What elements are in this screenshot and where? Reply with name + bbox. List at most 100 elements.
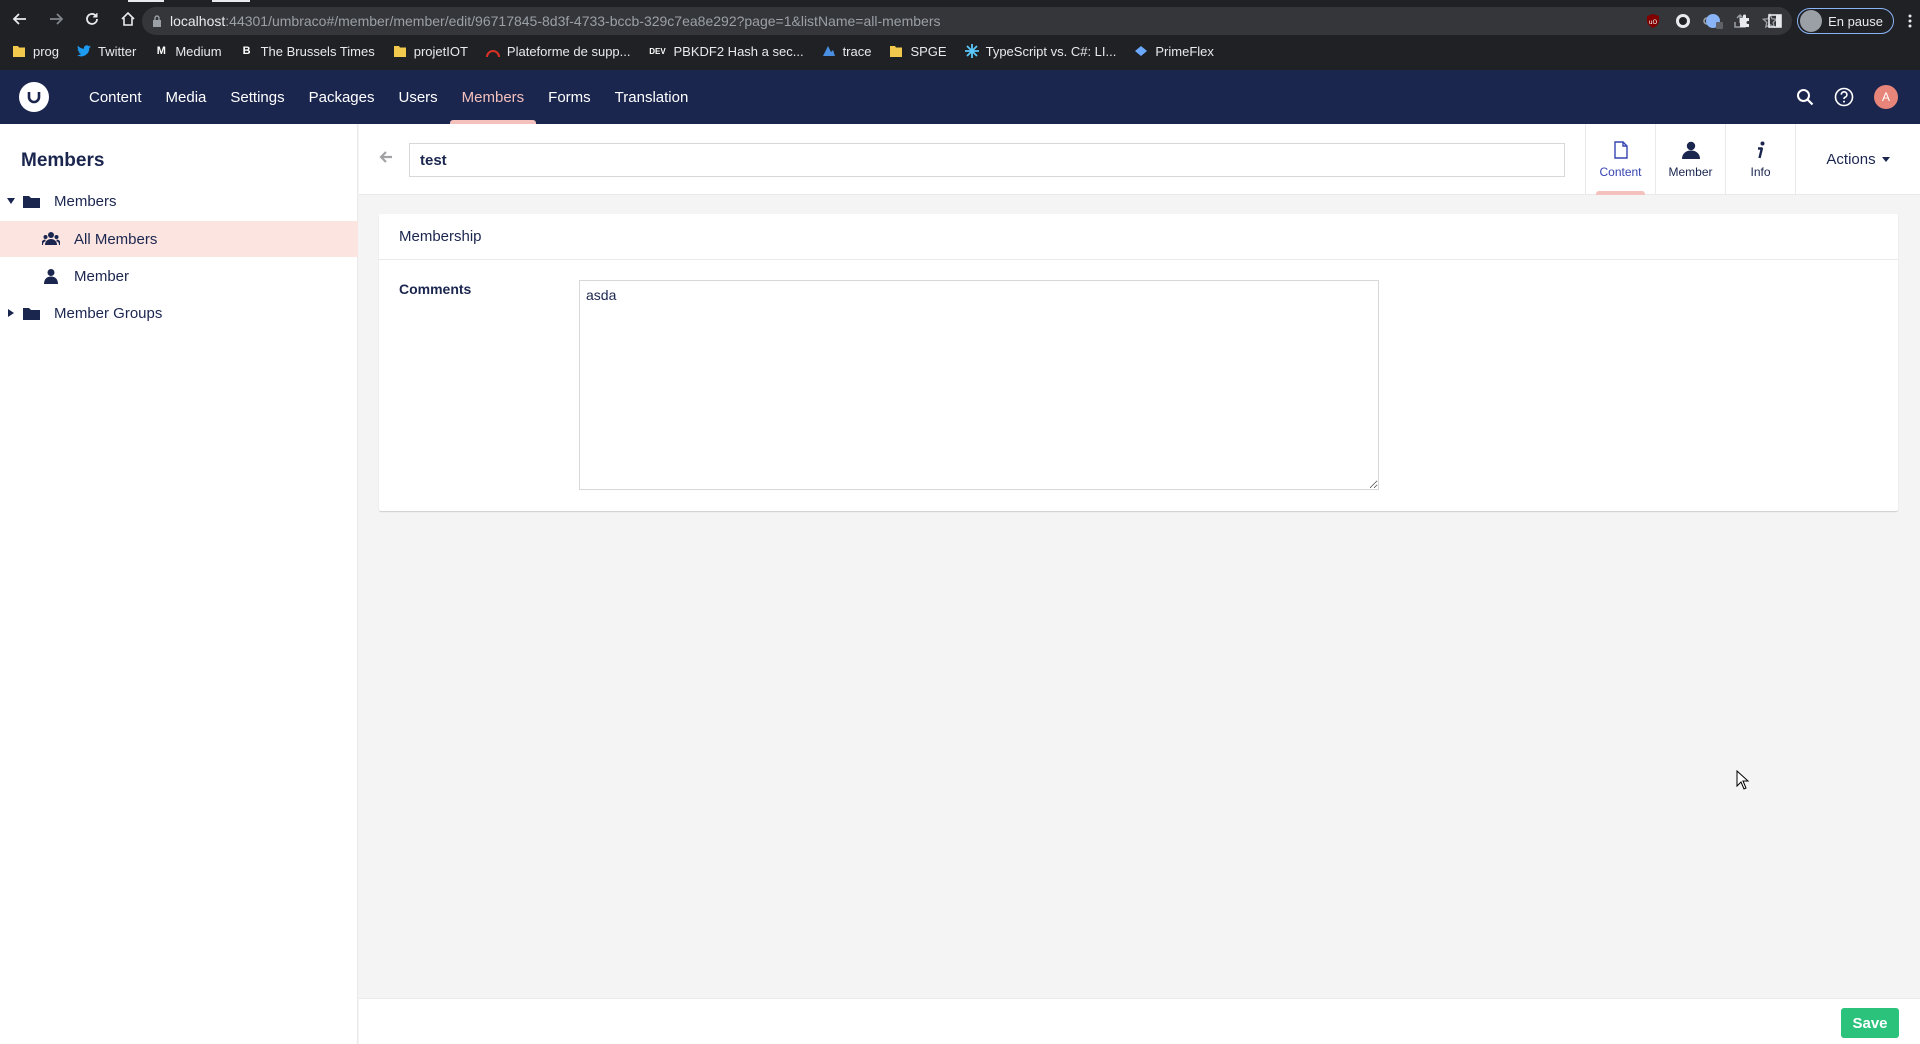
url-text: localhost:44301/umbraco#/member/member/e…	[170, 13, 940, 29]
section-settings[interactable]: Settings	[218, 70, 296, 124]
kebab-menu-icon[interactable]	[1908, 14, 1912, 28]
bookmark-label: prog	[33, 43, 60, 59]
reload-button[interactable]	[76, 3, 108, 35]
membership-group: Membership Comments	[379, 214, 1898, 511]
address-row: localhost:44301/umbraco#/member/member/e…	[0, 2, 1920, 36]
tree-node-label: All Members	[74, 230, 158, 248]
tree-node-member[interactable]: Member	[0, 258, 358, 294]
bookmark-item[interactable]: TypeScript vs. C#: LI...	[964, 43, 1117, 59]
folder-icon	[23, 308, 40, 320]
tree-node-label: Member Groups	[54, 304, 163, 322]
bookmark-label: PrimeFlex	[1155, 43, 1214, 59]
bookmark-item[interactable]: prog	[12, 44, 59, 59]
home-icon	[121, 11, 135, 26]
browser-chrome: localhost:44301/umbraco#/member/member/e…	[0, 0, 1920, 70]
ublock-icon[interactable]: uO	[1645, 13, 1661, 29]
bookmark-label: Plateforme de supp...	[506, 43, 631, 59]
brussels-times-icon: B	[242, 45, 251, 57]
bookmark-label: The Brussels Times	[260, 43, 375, 59]
profile-button[interactable]: En pause	[1797, 8, 1894, 34]
back-nav-button[interactable]	[4, 3, 36, 35]
tree-node-label: Member	[74, 267, 130, 285]
user-avatar[interactable]: A	[1874, 85, 1898, 109]
bookmark-item[interactable]: B The Brussels Times	[240, 44, 375, 59]
folder-icon	[23, 196, 40, 208]
app-header: Content Media Settings Packages Users Members…	[0, 70, 1920, 124]
user-icon	[1681, 141, 1700, 159]
caret-right-icon[interactable]	[6, 308, 16, 318]
tab-label: Content	[1599, 164, 1642, 179]
side-panel-icon[interactable]	[1767, 13, 1783, 29]
actions-dropdown[interactable]: Actions	[1795, 124, 1920, 195]
tab-info[interactable]: Info	[1725, 124, 1795, 195]
tree-node-all-members[interactable]: All Members	[0, 221, 358, 257]
extensions-row: uO En pause	[1645, 7, 1912, 35]
bookmark-item[interactable]: M Medium	[154, 44, 222, 59]
user-icon	[44, 269, 58, 284]
section-nav: Content Media Settings Packages Users Members…	[77, 70, 700, 124]
bookmark-item[interactable]: DEV PBKDF2 Hash a sec...	[649, 43, 804, 59]
tab-member[interactable]: Member	[1655, 124, 1725, 195]
actions-label: Actions	[1826, 151, 1876, 168]
umbraco-logo[interactable]	[19, 82, 49, 112]
tab-label: Info	[1750, 164, 1771, 179]
bookmarks-bar: prog Twitter M Medium B The Brussels Times pro…	[0, 38, 1920, 64]
folder-icon	[889, 44, 903, 58]
bookmark-label: SPGE	[910, 43, 947, 59]
section-users[interactable]: Users	[386, 70, 449, 124]
section-content[interactable]: Content	[77, 70, 154, 124]
section-members[interactable]: Members	[449, 70, 537, 124]
bookmark-item[interactable]: SPGE	[889, 43, 947, 59]
bookmark-item[interactable]: projetIOT	[393, 44, 468, 59]
save-button[interactable]: Save	[1841, 1008, 1899, 1038]
section-forms[interactable]: Forms	[536, 70, 603, 124]
profile-status: En pause	[1828, 13, 1883, 29]
folder-icon	[393, 44, 407, 58]
section-translation[interactable]: Translation	[603, 70, 701, 124]
bookmark-label: TypeScript vs. C#: LI...	[985, 43, 1117, 59]
svg-text:uO: uO	[1649, 19, 1658, 26]
comments-textarea[interactable]	[579, 280, 1379, 490]
info-icon	[1757, 141, 1764, 158]
tree-node-member-groups[interactable]: Member Groups	[0, 295, 358, 331]
forward-nav-button[interactable]	[40, 3, 72, 35]
puzzle-icon[interactable]	[1737, 13, 1753, 29]
bookmark-item[interactable]: trace	[822, 44, 871, 59]
bookmark-label: PBKDF2 Hash a sec...	[673, 43, 804, 59]
editor-header: Content Member Info Actions	[359, 124, 1920, 195]
url-path: :44301/umbraco#/member/member/edit/96717…	[225, 13, 941, 29]
home-button[interactable]	[112, 3, 144, 35]
search-icon[interactable]	[1796, 88, 1814, 106]
wappalyzer-icon[interactable]	[1705, 13, 1724, 29]
lock-icon	[153, 15, 161, 27]
bookmark-item[interactable]: Plateforme de supp...	[485, 43, 631, 59]
bookmark-item[interactable]: PrimeFlex	[1134, 44, 1214, 59]
comments-label: Comments	[399, 281, 472, 297]
snowflake-icon	[964, 44, 979, 58]
bookmark-item[interactable]: Twitter	[77, 44, 136, 59]
twitter-icon	[77, 44, 92, 58]
address-bar[interactable]: localhost:44301/umbraco#/member/member/e…	[142, 7, 1792, 35]
users-icon	[42, 232, 60, 246]
tab-content[interactable]: Content	[1585, 124, 1655, 195]
primeflex-icon	[1134, 44, 1148, 58]
member-name-input[interactable]	[409, 143, 1565, 177]
url-host: localhost	[170, 13, 226, 29]
tree-title: Members	[21, 150, 105, 171]
back-arrow-icon[interactable]	[379, 150, 393, 164]
mouse-cursor-icon	[1736, 770, 1750, 790]
document-icon	[1613, 140, 1628, 159]
editor-footer: Save	[359, 998, 1920, 1044]
globe-extension-icon[interactable]	[1675, 13, 1691, 29]
trace-icon	[822, 44, 836, 58]
caret-down-icon[interactable]	[6, 196, 16, 206]
help-icon[interactable]	[1834, 87, 1854, 107]
member-tree: Members Members All Members Member Membe…	[0, 124, 358, 1044]
umbraco-logo-icon	[27, 92, 41, 104]
tree-node-label: Members	[54, 192, 117, 210]
section-media[interactable]: Media	[154, 70, 219, 124]
bookmark-label: projetIOT	[413, 43, 468, 59]
tab-label: Member	[1668, 164, 1713, 179]
section-packages[interactable]: Packages	[297, 70, 387, 124]
tree-node-members[interactable]: Members	[0, 183, 358, 219]
